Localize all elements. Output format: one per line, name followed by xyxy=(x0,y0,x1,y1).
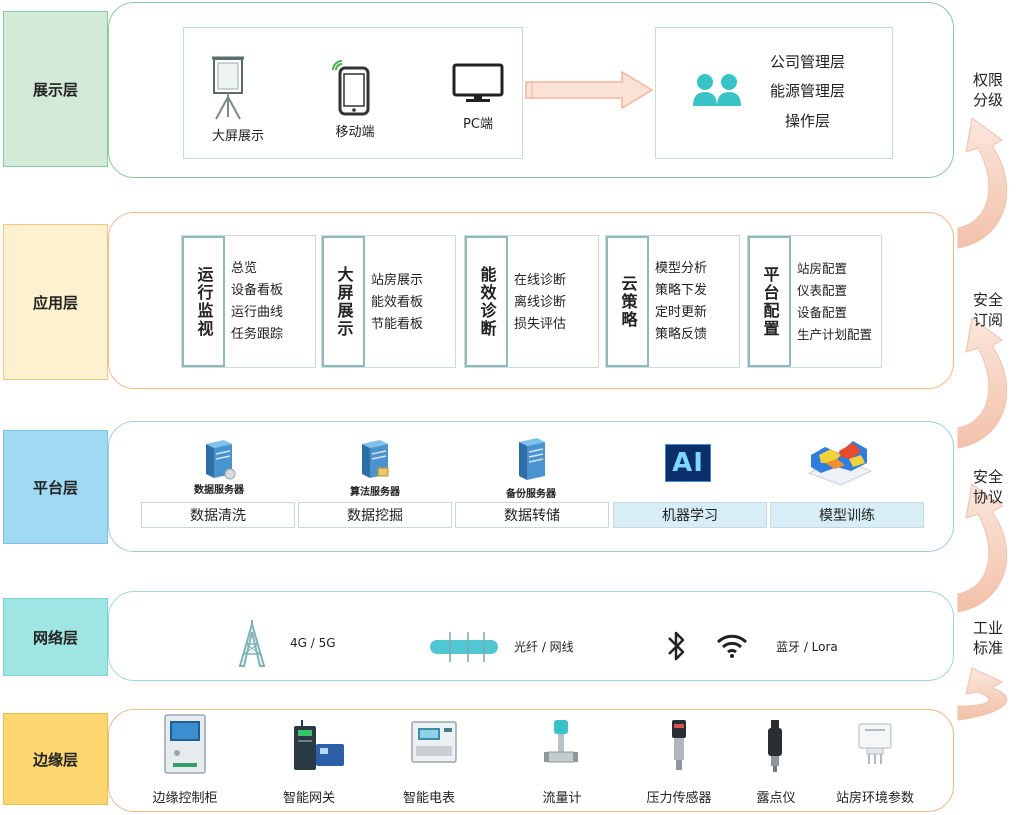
flowmeter-icon xyxy=(544,720,578,763)
role-company: 公司管理层 xyxy=(769,53,845,71)
edge-device-pressure: 压力传感器 xyxy=(646,791,712,806)
edge-device-meter: 智能电表 xyxy=(402,791,455,806)
cell-tower-icon xyxy=(238,620,266,667)
edge-control-cabinet-icon xyxy=(164,714,206,774)
module-title: 能效诊断 xyxy=(465,236,508,367)
server-label-algorithm: 算法服务器 xyxy=(350,487,400,498)
smart-gateway-icon xyxy=(294,720,344,770)
module-item: 策略下发 xyxy=(655,282,708,298)
band-network xyxy=(108,591,954,681)
module-items: 总览 设备看板 运行曲线 任务跟踪 xyxy=(225,236,315,367)
module-item: 总览 xyxy=(231,260,258,276)
ai-icon-text: AI xyxy=(672,448,704,478)
ai-icon: AI xyxy=(665,444,711,482)
monitor-icon xyxy=(452,63,504,102)
fiber-cable-icon xyxy=(430,632,498,662)
module-item: 生产计划配置 xyxy=(797,326,873,342)
side-label-text: 权限 分级 xyxy=(972,71,1003,109)
edge-device-environment: 站房环境参数 xyxy=(835,791,914,806)
side-label-text: 安全 协议 xyxy=(972,468,1003,506)
layer-label-edge: 边缘层 xyxy=(3,713,108,805)
side-label-subscription: 安全 订阅 xyxy=(962,290,1014,330)
platform-box-model-training: 模型训练 xyxy=(770,502,924,528)
module-item: 任务跟踪 xyxy=(231,326,284,342)
module-item: 设备看板 xyxy=(231,282,284,298)
module-title: 运行监视 xyxy=(182,236,225,367)
server-label-backup: 备份服务器 xyxy=(506,489,556,500)
module-items: 在线诊断 离线诊断 损失评估 xyxy=(508,236,598,367)
module-items: 模型分析 策略下发 定时更新 策略反馈 xyxy=(649,236,739,367)
side-label-permission: 权限 分级 xyxy=(962,70,1014,110)
role-operation: 操作层 xyxy=(784,112,830,130)
module-item: 设备配置 xyxy=(797,304,848,320)
module-item: 节能看板 xyxy=(371,317,424,332)
module-title: 大屏展示 xyxy=(322,236,365,367)
module-item: 运行曲线 xyxy=(231,304,284,320)
module-item: 模型分析 xyxy=(655,260,708,276)
display-flow-arrow xyxy=(525,70,654,110)
layer-label-display: 展示层 xyxy=(3,11,108,167)
layer-label-application: 应用层 xyxy=(3,224,108,380)
module-item: 定时更新 xyxy=(655,304,708,320)
platform-box-data-mining: 数据挖掘 xyxy=(298,502,452,528)
wifi-icon xyxy=(716,634,748,658)
module-item: 仪表配置 xyxy=(797,282,848,298)
module-item: 策略反馈 xyxy=(655,326,708,342)
edge-device-gateway: 智能网关 xyxy=(282,791,335,806)
terminal-label-mobile: 移动端 xyxy=(335,125,375,140)
edge-device-flowmeter: 流量计 xyxy=(542,791,582,806)
app-module-platform-config: 平台配置 站房配置 仪表配置 设备配置 生产计划配置 xyxy=(747,235,882,368)
platform-box-data-cleaning: 数据清洗 xyxy=(141,502,295,528)
terminal-label-pc: PC端 xyxy=(463,117,493,132)
smartphone-icon xyxy=(332,60,370,116)
smart-meter-icon xyxy=(411,721,457,763)
app-module-bigscreen: 大屏展示 站房展示 能效看板 节能看板 xyxy=(321,235,456,368)
bluetooth-icon xyxy=(668,631,685,661)
layer-label-platform: 平台层 xyxy=(3,430,108,544)
layer-label-network: 网络层 xyxy=(3,598,108,676)
module-item: 离线诊断 xyxy=(514,295,567,310)
side-label-text: 安全 订阅 xyxy=(972,291,1003,329)
server-icon xyxy=(519,438,545,480)
module-item: 损失评估 xyxy=(514,317,567,332)
server-label-data: 数据服务器 xyxy=(194,485,244,496)
environment-sensor-icon xyxy=(858,723,892,764)
edge-device-cabinet: 边缘控制柜 xyxy=(152,791,218,806)
module-item: 在线诊断 xyxy=(514,273,567,288)
platform-box-data-dump: 数据转储 xyxy=(455,502,609,528)
presentation-screen-icon xyxy=(212,56,244,120)
edge-device-dewpoint: 露点仪 xyxy=(756,791,796,806)
network-label-fiber: 光纤 / 网线 xyxy=(514,640,574,654)
module-item: 站房配置 xyxy=(797,260,848,276)
side-label-text: 工业 标准 xyxy=(972,619,1003,657)
module-title: 云策略 xyxy=(606,236,649,367)
module-title: 平台配置 xyxy=(748,236,791,367)
role-energy: 能源管理层 xyxy=(769,82,845,100)
terminal-label-bigscreen: 大屏展示 xyxy=(211,129,264,144)
heatmap-3d-icon xyxy=(807,441,873,486)
network-label-cellular: 4G / 5G xyxy=(290,636,336,650)
server-icon xyxy=(362,440,389,478)
side-label-protocol: 安全 协议 xyxy=(962,467,1014,507)
dew-point-meter-icon xyxy=(768,720,782,772)
network-label-wireless: 蓝牙 / Lora xyxy=(776,640,838,654)
app-module-cloud-strategy: 云策略 模型分析 策略下发 定时更新 策略反馈 xyxy=(605,235,740,368)
module-items: 站房展示 能效看板 节能看板 xyxy=(365,236,455,367)
module-item: 站房展示 xyxy=(371,273,424,288)
platform-box-machine-learning: 机器学习 xyxy=(613,502,767,528)
app-module-monitor: 运行监视 总览 设备看板 运行曲线 任务跟踪 xyxy=(181,235,316,368)
module-item: 能效看板 xyxy=(371,295,424,310)
app-module-diagnosis: 能效诊断 在线诊断 离线诊断 损失评估 xyxy=(464,235,599,368)
server-icon xyxy=(206,440,236,480)
side-label-industrial-standard: 工业 标准 xyxy=(962,618,1014,658)
pressure-sensor-icon xyxy=(672,720,686,770)
users-icon xyxy=(693,74,741,106)
module-items: 站房配置 仪表配置 设备配置 生产计划配置 xyxy=(791,236,883,367)
